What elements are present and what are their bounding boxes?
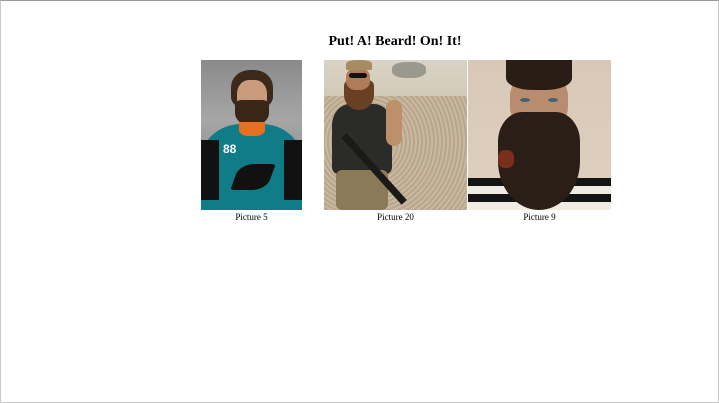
jersey-number: 88 [223,142,237,156]
face-shape [346,68,370,90]
picture-20-card[interactable] [324,60,467,210]
cap-shape [346,60,372,70]
picture-9-image[interactable] [468,60,611,210]
page-title: Put! A! Beard! On! It! [328,34,462,49]
pipe-icon [498,150,514,168]
picture-5-caption: Picture 5 [235,212,268,222]
picture-5-image[interactable]: 88 [201,60,302,210]
eye-left [520,98,530,102]
picture-9-card[interactable] [468,60,611,210]
helicopter-shape [392,62,426,78]
sunglasses-icon [349,73,367,78]
hair-shape [506,60,572,90]
picture-20-image[interactable] [324,60,467,210]
jersey-sleeve-right [284,140,302,200]
picture-20-caption: Picture 20 [377,212,414,222]
picture-5-card[interactable]: 88 [201,60,302,210]
jersey-collar [239,122,265,136]
vest-shape [332,104,392,174]
eye-right [548,98,558,102]
jersey-sleeve-left [201,140,219,200]
arm-shape [386,100,402,146]
picture-9-caption: Picture 9 [523,212,556,222]
